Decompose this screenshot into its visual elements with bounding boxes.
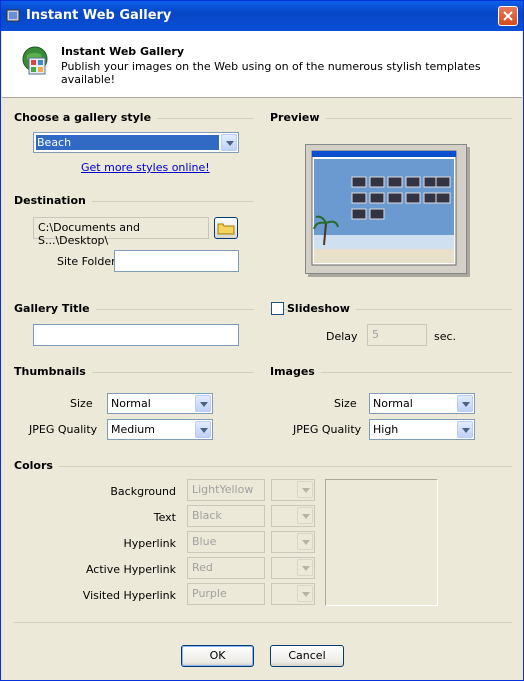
site-folder-field[interactable] — [114, 250, 239, 272]
image-quality-select[interactable]: High — [369, 419, 475, 440]
delay-label: Delay — [326, 330, 358, 343]
gallery-style-heading: Choose a gallery style — [14, 111, 158, 124]
chevron-down-icon[interactable] — [457, 421, 473, 438]
chevron-down-icon[interactable] — [297, 533, 313, 550]
close-icon — [503, 11, 513, 21]
header-subtitle: Publish your images on the Web using on … — [61, 60, 481, 86]
image-size-label: Size — [334, 397, 357, 410]
slideshow-label[interactable]: Slideshow — [287, 302, 356, 315]
destination-path-field[interactable]: C:\Documents and S...\Desktop\ — [33, 217, 209, 247]
color-row-label: Background — [110, 485, 176, 498]
thumbnail-size-value: Normal — [111, 397, 151, 410]
thumbnail-quality-select[interactable]: Medium — [107, 419, 213, 440]
gallery-title-heading: Gallery Title — [14, 302, 96, 315]
chevron-down-icon[interactable] — [297, 559, 313, 576]
window-title: Instant Web Gallery — [26, 8, 172, 23]
color-picker-select[interactable] — [271, 583, 315, 605]
ok-button[interactable]: OK — [181, 645, 254, 667]
gallery-globe-icon — [22, 46, 48, 75]
slideshow-checkbox[interactable] — [271, 302, 284, 315]
thumbnail-size-label: Size — [70, 397, 93, 410]
delay-unit: sec. — [434, 330, 457, 343]
site-folder-label: Site Folder — [57, 255, 116, 268]
folder-icon — [217, 223, 235, 235]
color-row-value[interactable]: Red — [187, 557, 265, 579]
dialog-header: Instant Web Gallery Publish your images … — [2, 31, 522, 98]
color-picker-select[interactable] — [271, 505, 315, 527]
chevron-down-icon[interactable] — [457, 395, 473, 412]
chevron-down-icon[interactable] — [297, 585, 313, 602]
chevron-down-icon[interactable] — [195, 395, 211, 412]
thumbnails-heading: Thumbnails — [14, 365, 92, 378]
color-row-value[interactable]: Blue — [187, 531, 265, 553]
cancel-button[interactable]: Cancel — [270, 645, 344, 667]
thumbnail-quality-value: Medium — [111, 423, 155, 436]
image-quality-label: JPEG Quality — [293, 423, 362, 436]
chevron-down-icon[interactable] — [195, 421, 211, 438]
thumbnail-size-select[interactable]: Normal — [107, 393, 213, 414]
color-row-label: Active Hyperlink — [85, 563, 176, 576]
title-bar[interactable]: Instant Web Gallery — [1, 1, 523, 31]
images-heading: Images — [270, 365, 321, 378]
header-title: Instant Web Gallery — [61, 45, 185, 58]
color-row-label: Visited Hyperlink — [82, 589, 176, 602]
color-picker-select[interactable] — [271, 479, 315, 501]
delay-field[interactable]: 5 — [367, 324, 427, 346]
color-preview-swatch — [325, 479, 438, 606]
color-row-value[interactable]: LightYellow — [187, 479, 265, 501]
color-picker-select[interactable] — [271, 557, 315, 579]
divider — [14, 622, 512, 623]
destination-heading: Destination — [14, 194, 92, 207]
get-more-styles-link[interactable]: Get more styles online! — [81, 161, 210, 174]
color-row-value[interactable]: Purple — [187, 583, 265, 605]
thumbnail-quality-label: JPEG Quality — [29, 423, 98, 436]
color-picker-select[interactable] — [271, 531, 315, 553]
close-button[interactable] — [498, 6, 518, 26]
chevron-down-icon[interactable] — [221, 134, 237, 151]
gallery-title-field[interactable] — [33, 324, 239, 346]
preview-thumbnail-graphic — [311, 150, 457, 266]
chevron-down-icon[interactable] — [297, 481, 313, 498]
divider — [14, 466, 512, 467]
dialog-window: Instant Web Gallery Instant Web Gallery … — [0, 0, 524, 681]
color-row-label: Text — [153, 511, 176, 524]
image-size-value: Normal — [373, 397, 413, 410]
colors-heading: Colors — [14, 459, 59, 472]
browse-folder-button[interactable] — [214, 217, 238, 239]
color-row-value[interactable]: Black — [187, 505, 265, 527]
image-size-select[interactable]: Normal — [369, 393, 475, 414]
preview-image — [305, 144, 467, 274]
gallery-style-select[interactable]: Beach — [33, 132, 239, 153]
image-quality-value: High — [373, 423, 399, 436]
color-row-label: Hyperlink — [123, 537, 176, 550]
preview-heading: Preview — [270, 111, 326, 124]
chevron-down-icon[interactable] — [297, 507, 313, 524]
app-icon — [6, 9, 20, 22]
gallery-style-value: Beach — [37, 136, 72, 149]
